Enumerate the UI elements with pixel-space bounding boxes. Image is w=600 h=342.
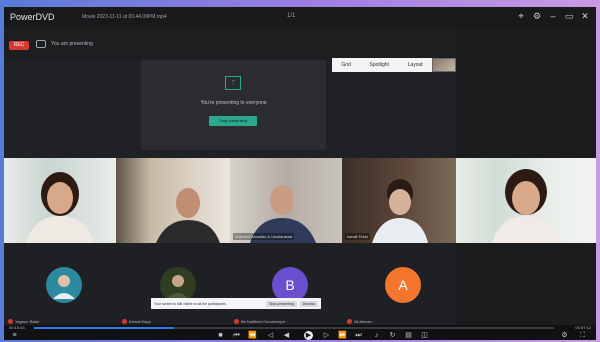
settings-icon[interactable]: ⚙ — [532, 10, 542, 22]
file-name: Movie 2023-11-11 at 03.44.09PM.mp4 — [82, 14, 167, 20]
mic-off-icon — [347, 319, 352, 324]
avatar[interactable]: A — [385, 267, 421, 303]
app-window: PowerDVD Movie 2023-11-11 at 03.44.09PM.… — [4, 7, 596, 340]
participant-label: Bir Katilimci Gorunmuyor — [234, 319, 285, 324]
play-icon[interactable]: ▶ — [304, 331, 313, 340]
presenting-label: You are presenting — [51, 41, 93, 47]
stop-icon[interactable]: ■ — [216, 331, 225, 340]
avatar-photo — [46, 267, 82, 303]
participant-video — [250, 185, 316, 243]
participant-label: Ali Akman — [347, 319, 372, 324]
participant-label: Yagmur Batur — [8, 319, 39, 324]
participant-tile[interactable] — [116, 158, 230, 243]
elapsed-time: 00:15:43 — [9, 325, 25, 330]
avatar-row: B A Yagmur Batur Kemal Kaya Bir Katilimc… — [4, 243, 456, 325]
grid-view-button[interactable]: Grid — [341, 62, 350, 68]
record-button[interactable]: REC — [9, 41, 29, 50]
layout-button[interactable]: Layout — [408, 62, 423, 68]
participant-tile[interactable] — [4, 158, 116, 243]
window-controls: ⌖ ⚙ – ▭ ✕ — [516, 10, 590, 22]
participant-tile[interactable]: Gokmen Aslantas & Uluslararasi — [230, 158, 342, 243]
notification-text: Your screen is still visible to all the … — [154, 301, 226, 306]
title-bar: PowerDVD Movie 2023-11-11 at 03.44.09PM.… — [4, 7, 596, 27]
participant-video — [156, 188, 220, 243]
progress-bar[interactable] — [34, 327, 554, 329]
app-brand: PowerDVD — [10, 12, 55, 22]
stop-presenting-button[interactable]: Stop presenting — [209, 116, 257, 126]
participant-tiles: Gokmen Aslantas & Uluslararasi Ismail Te… — [4, 158, 456, 243]
notification-stop-button[interactable]: Stop presenting — [266, 300, 297, 307]
next-icon[interactable]: ⏭ — [354, 331, 363, 340]
frame-back-icon[interactable]: ◀ — [282, 331, 291, 340]
screenshot-icon[interactable]: ◫ — [420, 331, 429, 340]
frame-forward-icon[interactable]: ▷ — [322, 331, 331, 340]
participant-video — [372, 179, 428, 243]
participant-video — [26, 172, 94, 243]
notification-dismiss-button[interactable]: Dismiss — [299, 300, 318, 307]
pin-icon[interactable]: ⌖ — [516, 10, 526, 22]
menu-icon[interactable]: ≡ — [10, 331, 19, 340]
rewind-icon[interactable]: ⏪ — [248, 331, 257, 340]
meeting-top-bar: REC You are presenting — [4, 27, 456, 61]
presenting-notification: Your screen is still visible to all the … — [151, 298, 321, 309]
settings-icon[interactable]: ⚙ — [560, 331, 569, 340]
mic-off-icon — [8, 319, 13, 324]
fullscreen-icon[interactable]: ⛶ — [578, 331, 587, 340]
forward-icon[interactable]: ⏩ — [338, 331, 347, 340]
minimize-icon[interactable]: – — [548, 10, 558, 22]
volume-icon[interactable]: ♪ — [372, 331, 381, 340]
presenting-indicator: You are presenting — [36, 40, 93, 48]
avatar[interactable] — [46, 267, 82, 303]
step-back-icon[interactable]: ◁ — [266, 331, 275, 340]
total-time: 00:57:12 — [575, 325, 591, 330]
self-view-thumbnail[interactable] — [432, 58, 456, 72]
share-panel: ↑ You're presenting to everyone Stop pre… — [141, 60, 326, 150]
restore-icon[interactable]: ▭ — [564, 10, 574, 22]
participant-label: Kemal Kaya — [122, 319, 151, 324]
player-controls: 00:15:43 00:57:12 ≡ ■ ⏮ ⏪ ◁ ◀ ▶ ▷ ⏩ ⏭ ♪ … — [4, 325, 596, 340]
close-icon[interactable]: ✕ — [580, 10, 590, 22]
previous-icon[interactable]: ⏮ — [232, 331, 241, 340]
mic-off-icon — [122, 319, 127, 324]
video-canvas: REC You are presenting ↑ You're presenti… — [4, 27, 596, 325]
mic-off-icon — [234, 319, 239, 324]
pinned-video[interactable] — [456, 158, 596, 243]
pinned-participant-video — [492, 169, 560, 243]
progress-fill — [34, 327, 175, 329]
participant-name: Ismail Tekin — [345, 233, 370, 240]
subtitle-icon[interactable]: ▤ — [404, 331, 413, 340]
share-screen-icon: ↑ — [225, 76, 241, 90]
repeat-icon[interactable]: ↻ — [388, 331, 397, 340]
share-message: You're presenting to everyone — [200, 100, 267, 106]
participant-name: Gokmen Aslantas & Uluslararasi — [233, 233, 295, 240]
spotlight-view-button[interactable]: Spotlight — [369, 62, 388, 68]
presentation-icon — [36, 40, 46, 48]
playlist-indicator: 1/1 — [287, 13, 296, 19]
control-buttons: ≡ ■ ⏮ ⏪ ◁ ◀ ▶ ▷ ⏩ ⏭ ♪ ↻ ▤ ◫ ⚙ ⛶ — [4, 331, 596, 340]
view-controls: Grid Spotlight Layout — [332, 58, 432, 72]
participant-tile[interactable]: Ismail Tekin — [342, 158, 456, 243]
